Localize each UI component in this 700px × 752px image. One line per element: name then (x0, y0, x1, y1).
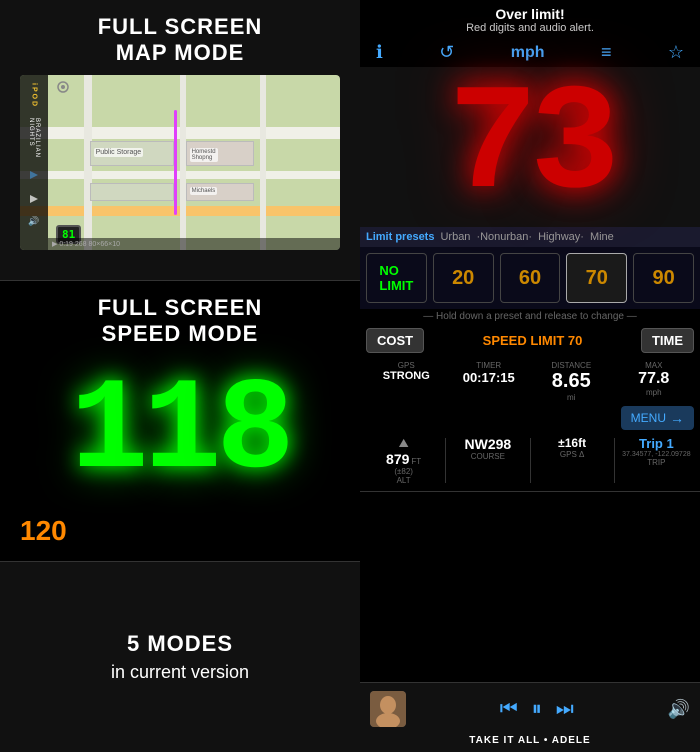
hold-text: — Hold down a preset and release to chan… (360, 309, 700, 324)
cost-time-row: COST SPEED LIMIT 70 TIME (360, 324, 700, 357)
max-unit: mph (646, 388, 662, 397)
alt-label2: ALT (397, 476, 411, 485)
trip-coords: 37.34577, -122.09728 (622, 451, 691, 458)
player-track: TAKE IT ALL • ADELE (360, 735, 700, 752)
speed-display: 73 (360, 67, 700, 227)
speed-limit-display: SPEED LIMIT 70 (430, 333, 635, 348)
modes-subtitle: in current version (111, 662, 249, 683)
map-title-line2: MAP MODE (116, 40, 245, 65)
map-image: Public Storage HomestdShopng Michaels iP… (20, 75, 340, 250)
menu-arrow-icon: → (670, 410, 684, 426)
time-button[interactable]: TIME (641, 328, 694, 353)
menu-icon[interactable]: ≡ (601, 42, 612, 63)
player-avatar (370, 691, 406, 727)
trip-label: Trip 1 (639, 436, 674, 451)
distance-value: 8.65 (552, 370, 591, 393)
alt-cell: ⛰ 879 ft (±82) ALT (366, 436, 441, 485)
cost-button[interactable]: COST (366, 328, 424, 353)
speed-section-title: FULL SCREEN SPEED MODE (98, 295, 263, 348)
info-icon[interactable]: ℹ (376, 42, 383, 63)
trip-cell: Trip 1 37.34577, -122.09728 TRIP (619, 436, 694, 485)
distance-unit: mi (567, 393, 575, 402)
player-controls: ⏮ ⏸ ⏭ (416, 698, 658, 721)
speed-limit-badge: 120 (20, 515, 67, 547)
next-button[interactable]: ⏭ (556, 698, 574, 721)
timer-cell: TIMER 00:17:15 (449, 361, 530, 402)
speed-digit-1: 1 (70, 368, 143, 498)
max-label: MAX (645, 361, 662, 370)
timer-value: 00:17:15 (463, 370, 515, 385)
max-cell: MAX 77.8 mph (614, 361, 695, 402)
alt-value: 879 (386, 451, 409, 467)
speed-section: FULL SCREEN SPEED MODE 1 1 8 120 (0, 281, 360, 561)
left-panel: FULL SCREEN MAP MODE Public Storag (0, 0, 360, 752)
trip-section-label: TRIP (647, 458, 665, 467)
map-info-bar: ▶ 0:19 268 80×66×10 (48, 238, 340, 250)
right-panel: Over limit! Red digits and audio alert. … (360, 0, 700, 752)
course-cell: NW298 COURSE (450, 436, 525, 485)
map-info-text: ▶ 0:19 268 80×66×10 (52, 240, 120, 248)
volume-icon[interactable]: 🔊 (668, 699, 690, 720)
mph-label[interactable]: mph (511, 44, 545, 62)
max-value: 77.8 (638, 370, 669, 388)
limit-nonurban[interactable]: ·Nonurban· (476, 231, 532, 243)
right-header: Over limit! Red digits and audio alert. (360, 0, 700, 38)
alt-ft-label: ft (411, 457, 421, 466)
pause-button[interactable]: ⏸ (532, 698, 542, 721)
preset-boxes: NOLIMIT 20 60 70 90 (360, 247, 700, 309)
limit-highway[interactable]: Highway· (538, 231, 584, 243)
over-limit-text: Over limit! (370, 6, 690, 22)
speed-title-line2: SPEED MODE (102, 321, 259, 346)
modes-title: 5 MODES (127, 631, 233, 657)
preset-70[interactable]: 70 (566, 253, 627, 303)
star-icon[interactable]: ☆ (668, 42, 684, 63)
map-title: FULL SCREEN MAP MODE (98, 14, 263, 67)
refresh-icon[interactable]: ↺ (439, 42, 454, 63)
gps-value: STRONG (383, 370, 430, 382)
preset-20[interactable]: 20 (433, 253, 494, 303)
gps-delta-label: GPS Δ (560, 450, 584, 459)
player-bar: ⏮ ⏸ ⏭ 🔊 (360, 682, 700, 735)
menu-arrow-btn[interactable]: MENU → (621, 406, 694, 430)
distance-cell: DISTANCE 8.65 mi (531, 361, 612, 402)
alt-sub: (±82) (394, 467, 413, 476)
course-value: NW298 (465, 436, 512, 452)
preset-60[interactable]: 60 (500, 253, 561, 303)
course-label: COURSE (471, 452, 505, 461)
speed-digit-2: 1 (143, 368, 216, 498)
gps-label: GPS (398, 361, 415, 370)
map-section: FULL SCREEN MAP MODE Public Storag (0, 0, 360, 280)
prev-button[interactable]: ⏮ (500, 698, 518, 721)
modes-section: 5 MODES in current version (0, 562, 360, 752)
big-speed-value: 73 (448, 72, 612, 222)
gps-cell: GPS STRONG (366, 361, 447, 402)
preset-90[interactable]: 90 (633, 253, 694, 303)
timer-label: TIMER (476, 361, 501, 370)
limit-presets-label[interactable]: Limit presets (366, 231, 434, 243)
gps-delta-cell: ±16ft GPS Δ (535, 436, 610, 485)
speed-title-line1: FULL SCREEN (98, 295, 263, 320)
speed-digit-3: 8 (217, 368, 290, 498)
limit-mine[interactable]: Mine (590, 231, 614, 243)
gps-delta-value: ±16ft (558, 436, 586, 450)
map-title-line1: FULL SCREEN (98, 14, 263, 39)
preset-no-limit[interactable]: NOLIMIT (366, 253, 427, 303)
menu-label: MENU (631, 411, 666, 425)
over-limit-subtitle: Red digits and audio alert. (370, 22, 690, 34)
limit-urban[interactable]: Urban (440, 231, 470, 243)
alt-row: ⛰ 879 ft (±82) ALT NW298 COURSE ±16ft GP… (360, 432, 700, 489)
gps-info-grid: GPS STRONG TIMER 00:17:15 DISTANCE 8.65 … (360, 357, 700, 406)
distance-label: DISTANCE (551, 361, 591, 370)
speed-digits: 1 1 8 (70, 368, 289, 498)
